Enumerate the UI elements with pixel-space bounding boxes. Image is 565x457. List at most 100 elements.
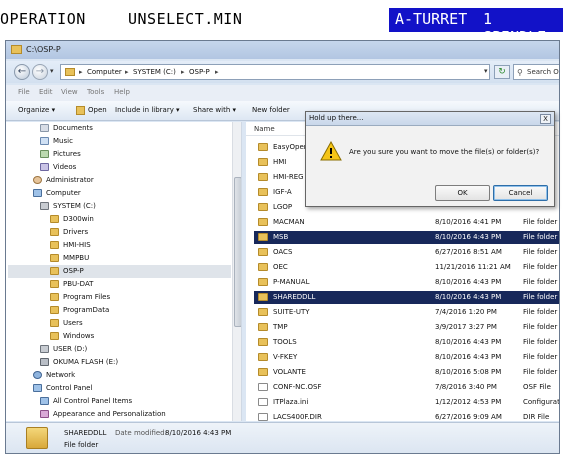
nav-item-mmpbu[interactable]: MMPBU [6,252,231,265]
breadcrumb-separator[interactable]: ▸ [79,68,83,76]
nav-item-documents[interactable]: Documents [6,122,231,135]
menu-tools[interactable]: Tools [87,88,104,96]
nav-item-label: HMI-HIS [63,241,91,249]
file-row-oacs[interactable]: OACS 6/27/2016 8:51 AM File folder [254,246,559,259]
folder-icon [26,427,48,449]
nav-item-label: Control Panel [46,384,93,392]
nav-item-all-control-panel-items[interactable]: All Control Panel Items [6,395,231,408]
drive-icon [40,345,49,353]
breadcrumb-computer[interactable]: Computer [87,68,122,76]
nav-item-label: D300win [63,215,94,223]
window-titlebar[interactable]: C:\OSP-P [6,41,559,59]
file-date: 7/8/2016 3:40 PM [435,383,497,391]
menu-file[interactable]: File [18,88,30,96]
nav-item-drivers[interactable]: Drivers [6,226,231,239]
file-date: 7/4/2016 1:20 PM [435,308,497,316]
file-row-p-manual[interactable]: P-MANUAL 8/10/2016 4:43 PM File folder [254,276,559,289]
nav-item-label: Program Files [63,293,111,301]
breadcrumb-separator[interactable]: ▸ [181,68,185,76]
ok-button[interactable]: OK [435,185,490,201]
file-row-shareddll[interactable]: SHAREDDLL 8/10/2016 4:43 PM File folder [254,291,559,304]
folder-icon [50,280,59,288]
breadcrumb-osp-p[interactable]: OSP-P [189,68,210,76]
file-row-conf-nc[interactable]: CONF-NC.OSF 7/8/2016 3:40 PM OSF File [254,381,559,394]
folder-icon [258,158,268,166]
dialog-titlebar[interactable]: Hold up there... X [306,112,554,126]
menu-help[interactable]: Help [114,88,130,96]
column-header-name[interactable]: Name [254,125,275,133]
file-type: File folder [523,338,558,346]
file-row-itplaza[interactable]: ITPlaza.ini 1/12/2012 4:53 PM Configuratio… [254,396,559,409]
file-date: 8/10/2016 4:43 PM [435,293,502,301]
open-button[interactable]: Open [88,106,107,114]
folder-icon [258,233,268,241]
breadcrumb-separator[interactable]: ▸ [215,68,219,76]
file-row-lacs400f[interactable]: LACS400F.DIR 6/27/2016 9:09 AM DIR File [254,411,559,421]
cancel-button[interactable]: Cancel [493,185,548,201]
nav-item-control-panel[interactable]: Control Panel [6,382,231,395]
back-button[interactable]: ← [14,64,30,80]
config-file-icon [258,398,268,406]
file-row-macman[interactable]: MACMAN 8/10/2016 4:41 PM File folder [254,216,559,229]
nav-item-windows[interactable]: Windows [6,330,231,343]
file-date: 8/10/2016 4:43 PM [435,233,502,241]
forward-button[interactable]: → [32,64,48,80]
file-date: 8/10/2016 4:43 PM [435,278,502,286]
nav-item-pictures[interactable]: Pictures [6,148,231,161]
nav-item-d300win[interactable]: D300win [6,213,231,226]
confirm-move-dialog: Hold up there... X Are you sure you want… [305,111,555,207]
new-folder-button[interactable]: New folder [252,106,290,114]
nav-item-hmi-his[interactable]: HMI-HIS [6,239,231,252]
menu-view[interactable]: View [61,88,78,96]
nav-item-system-drive[interactable]: SYSTEM (C:) [6,200,231,213]
nav-item-osp-p[interactable]: OSP-P [8,265,231,278]
organize-button[interactable]: Organize ▾ [18,106,55,114]
close-icon[interactable]: X [540,114,551,124]
nav-item-network[interactable]: Network [6,369,231,382]
nav-item-appearance[interactable]: Appearance and Personalization [6,408,231,421]
address-bar[interactable]: ▸ Computer ▸ SYSTEM (C:) ▸ OSP-P ▸ [60,64,490,80]
nav-item-okuma-flash[interactable]: OKUMA FLASH (E:) [6,356,231,369]
breadcrumb-system-drive[interactable]: SYSTEM (C:) [133,68,176,76]
nav-item-programdata[interactable]: ProgramData [6,304,231,317]
folder-icon [50,215,59,223]
nav-item-label: Network [46,371,76,379]
folder-icon [258,353,268,361]
nav-scrollbar[interactable] [232,122,241,421]
nav-item-user-drive[interactable]: USER (D:) [6,343,231,356]
file-row-v-fkey[interactable]: V-FKEY 8/10/2016 4:43 PM File folder [254,351,559,364]
recent-pages-dropdown[interactable]: ▾ [50,67,54,75]
file-row-tmp[interactable]: TMP 3/9/2017 3:27 PM File folder [254,321,559,334]
file-name: LACS400F.DIR [273,413,322,421]
nav-item-label: Music [53,137,73,145]
file-row-msb[interactable]: MSB 8/10/2016 4:43 PM File folder [254,231,559,244]
refresh-button[interactable]: ↻ [494,65,510,79]
menu-edit[interactable]: Edit [39,88,53,96]
nav-scrollbar-thumb[interactable] [234,177,241,327]
navigation-pane[interactable]: Documents Music Pictures Videos Administ… [6,122,242,421]
file-row-oec[interactable]: OEC 11/21/2016 11:21 AM File folder [254,261,559,274]
nav-item-administrator[interactable]: Administrator [6,174,231,187]
documents-icon [40,124,49,132]
file-name: IGF-A [273,188,292,196]
nav-item-label: Computer [46,189,81,197]
user-icon [33,176,42,184]
nav-item-music[interactable]: Music [6,135,231,148]
share-with-button[interactable]: Share with ▾ [193,106,236,114]
search-input[interactable]: ⚲ Search OSP-P [513,64,559,80]
include-in-library-button[interactable]: Include in library ▾ [115,106,180,114]
file-row-suite-uty[interactable]: SUITE-UTY 7/4/2016 1:20 PM File folder [254,306,559,319]
address-dropdown-icon[interactable]: ▾ [484,67,488,75]
breadcrumb-separator[interactable]: ▸ [125,68,129,76]
open-folder-icon [76,106,85,115]
nav-item-pbu-dat[interactable]: PBU-DAT [6,278,231,291]
folder-icon [50,306,59,314]
folder-icon [258,368,268,376]
nav-item-program-files[interactable]: Program Files [6,291,231,304]
nav-item-users[interactable]: Users [6,317,231,330]
file-row-volante[interactable]: VOLANTE 8/10/2016 5:08 PM File folder [254,366,559,379]
nav-item-computer[interactable]: Computer [6,187,231,200]
nav-item-videos[interactable]: Videos [6,161,231,174]
nav-item-label: USER (D:) [53,345,88,353]
file-row-tools[interactable]: TOOLS 8/10/2016 4:43 PM File folder [254,336,559,349]
